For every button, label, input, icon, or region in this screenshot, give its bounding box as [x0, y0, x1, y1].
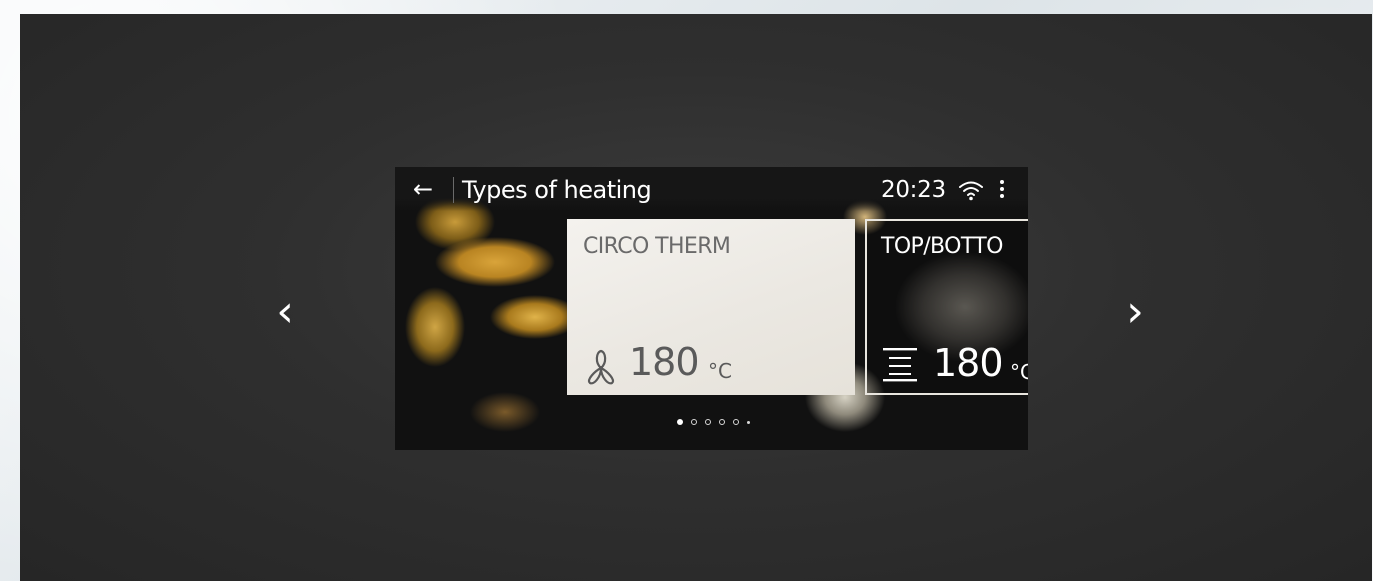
title-divider: [453, 177, 454, 203]
status-bar: ← Types of heating 20:23: [395, 167, 1028, 211]
temperature-unit: °C: [1010, 360, 1028, 384]
more-vertical-icon[interactable]: [993, 175, 1011, 203]
temperature-value: 180: [933, 341, 1004, 385]
display-stage: ‹ › ← Types of heating 20:23 CIRCO THERM…: [20, 14, 1372, 581]
page-dot-5[interactable]: [733, 419, 739, 425]
heating-mode-card-circotherm[interactable]: CIRCO THERM 180 °C: [567, 219, 855, 395]
previous-slide-button[interactable]: ‹: [265, 282, 305, 342]
page-dot-2[interactable]: [691, 419, 697, 425]
wifi-icon: [959, 181, 983, 201]
next-slide-button[interactable]: ›: [1115, 282, 1155, 342]
temperature-value: 180: [629, 340, 700, 384]
page-dot-6[interactable]: [747, 421, 750, 424]
oven-display-screen: ← Types of heating 20:23 CIRCO THERM 180…: [395, 167, 1028, 450]
fan-icon: [587, 349, 615, 385]
page-background: ‹ › ← Types of heating 20:23 CIRCO THERM…: [0, 0, 1373, 581]
mode-name: TOP/BOTTO: [881, 234, 1003, 259]
page-dot-4[interactable]: [719, 419, 725, 425]
screen-title: Types of heating: [462, 176, 652, 204]
heating-mode-card-top-bottom[interactable]: TOP/BOTTO 180 °C: [865, 219, 1028, 395]
page-indicator: [677, 417, 767, 427]
clock-time: 20:23: [881, 177, 946, 203]
temperature-unit: °C: [708, 359, 732, 383]
mode-name: CIRCO THERM: [583, 234, 731, 259]
back-arrow-icon[interactable]: ←: [409, 175, 437, 203]
top-bottom-heat-icon: [883, 348, 917, 382]
page-dot-1[interactable]: [677, 419, 683, 425]
page-dot-3[interactable]: [705, 419, 711, 425]
